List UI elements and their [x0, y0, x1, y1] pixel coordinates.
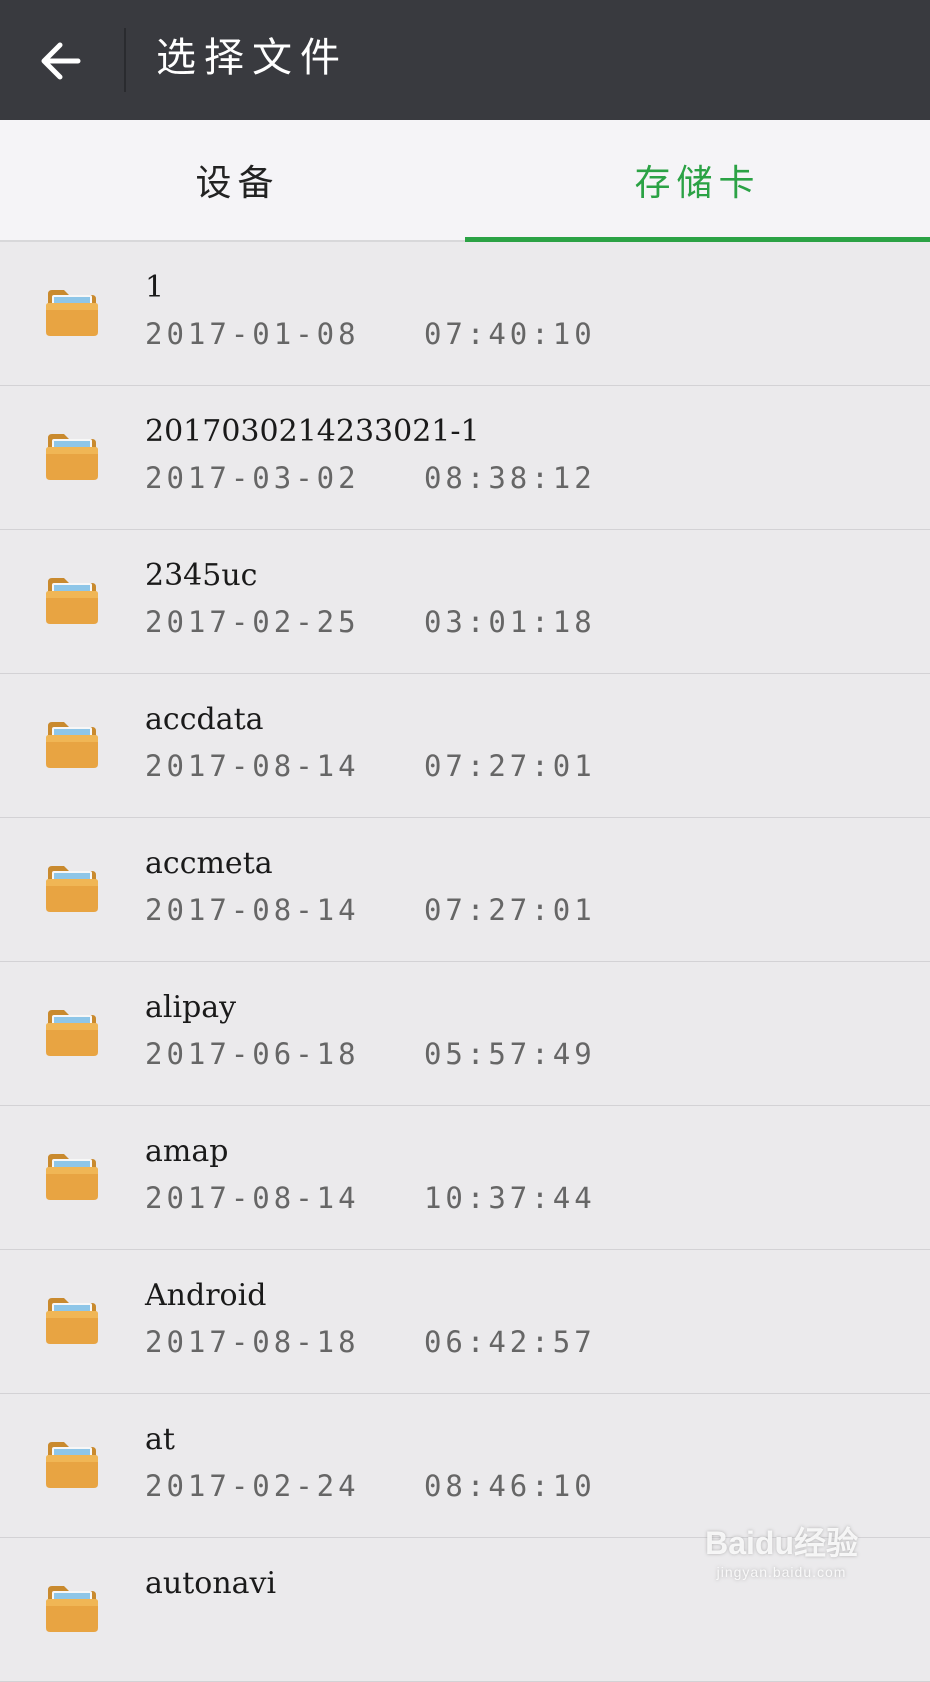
folder-icon	[44, 1006, 100, 1058]
tab-storage-card-label: 存储卡	[634, 154, 760, 206]
folder-icon	[44, 286, 100, 338]
file-name: 2345uc	[145, 554, 257, 598]
watermark: Baidu经验 jingyan.baidu.com	[705, 1518, 858, 1580]
folder-icon	[44, 430, 100, 482]
list-item[interactable]: accmeta 2017-08-14 07:27:01	[0, 818, 930, 962]
list-item[interactable]: 20170302142330​21-1 2017-03-02 08:38:12	[0, 386, 930, 530]
file-name: amap	[145, 1130, 228, 1174]
file-name: accdata	[145, 698, 264, 742]
file-date: 2017-06-18 05:57:49	[145, 1032, 596, 1076]
file-date: 2017-08-14 07:27:01	[145, 744, 596, 788]
file-name: accmeta	[145, 842, 273, 886]
arrow-left-icon[interactable]	[38, 36, 88, 86]
file-name: autonavi	[145, 1562, 276, 1606]
list-item[interactable]: alipay 2017-06-18 05:57:49	[0, 962, 930, 1106]
file-name: Android	[145, 1274, 266, 1318]
list-item[interactable]: at 2017-02-24 08:46:10	[0, 1394, 930, 1538]
tab-bar: 设备 存储卡	[0, 120, 930, 242]
file-name: 1	[145, 266, 164, 310]
file-name: alipay	[145, 986, 236, 1030]
folder-icon	[44, 862, 100, 914]
file-date: 2017-08-14 10:37:44	[145, 1176, 596, 1220]
appbar-divider	[124, 28, 126, 92]
file-date: 2017-02-24 08:46:10	[145, 1464, 596, 1508]
file-date: 2017-03-02 08:38:12	[145, 456, 596, 500]
tab-device-label: 设备	[195, 154, 279, 206]
file-date: 2017-08-14 07:27:01	[145, 888, 596, 932]
folder-icon	[44, 1582, 100, 1634]
file-date: 2017-08-18 06:42:57	[145, 1320, 596, 1364]
folder-icon	[44, 718, 100, 770]
watermark-site: jingyan.baidu.com	[705, 1564, 858, 1580]
file-list: 1 2017-01-08 07:40:10 20170302142330​21-…	[0, 242, 930, 1682]
file-name: 20170302142330​21-1	[145, 410, 480, 454]
watermark-brand: Baidu经验	[705, 1518, 858, 1564]
list-item[interactable]: Android 2017-08-18 06:42:57	[0, 1250, 930, 1394]
file-name: at	[145, 1418, 175, 1462]
file-date: 2017-01-08 07:40:10	[145, 312, 596, 356]
folder-icon	[44, 1438, 100, 1490]
folder-icon	[44, 1294, 100, 1346]
list-item[interactable]: 1 2017-01-08 07:40:10	[0, 242, 930, 386]
tab-device[interactable]: 设备	[0, 120, 465, 240]
list-item[interactable]: 2345uc 2017-02-25 03:01:18	[0, 530, 930, 674]
folder-icon	[44, 1150, 100, 1202]
folder-icon	[44, 574, 100, 626]
list-item[interactable]: amap 2017-08-14 10:37:44	[0, 1106, 930, 1250]
page-title: 选择文件	[156, 28, 348, 88]
file-date: 2017-02-25 03:01:18	[145, 600, 596, 644]
app-bar: 选择文件	[0, 0, 930, 120]
list-item[interactable]: accdata 2017-08-14 07:27:01	[0, 674, 930, 818]
tab-storage-card[interactable]: 存储卡	[465, 120, 930, 240]
